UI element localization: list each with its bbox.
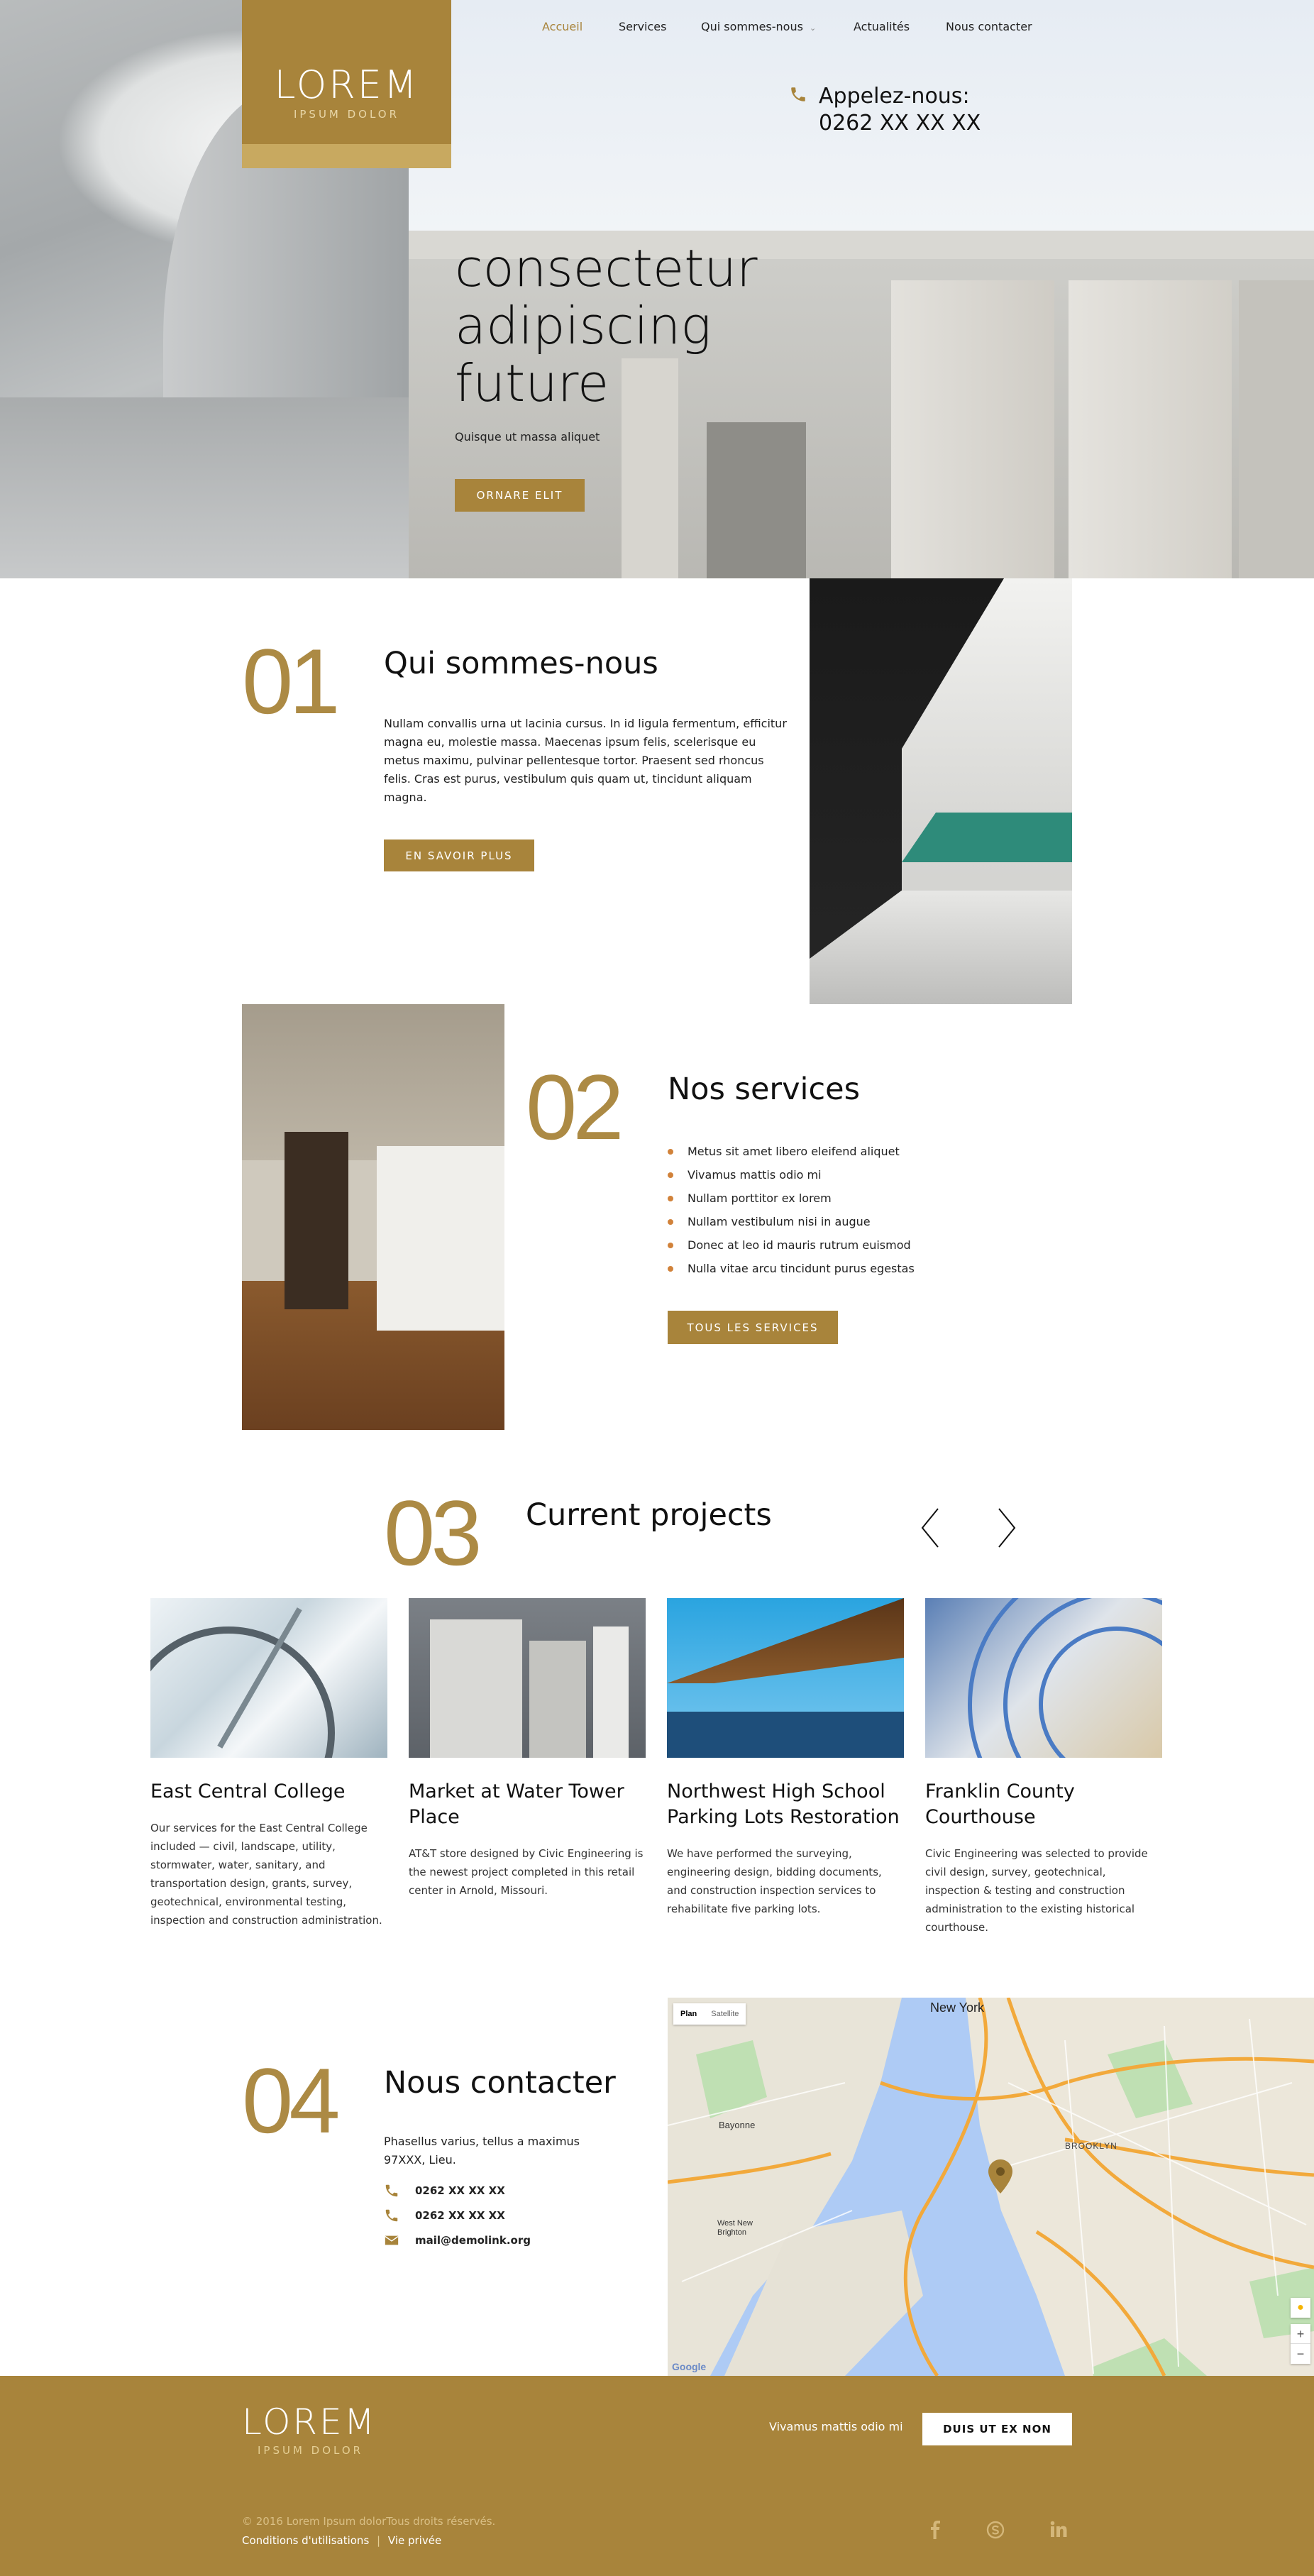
project-title: Franklin County Courthouse	[925, 1780, 1075, 1828]
contact-email-text: mail@demolink.org	[415, 2234, 531, 2247]
list-item: Nullam porttitor ex lorem	[668, 1187, 915, 1210]
project-desc: AT&T store designed by Civic Engineering…	[409, 1847, 644, 1897]
map-label: West New Brighton	[717, 2219, 753, 2237]
list-item: Nulla vitae arcu tincidunt purus egestas	[668, 1257, 915, 1280]
project-title: Market at Water Tower Place	[409, 1780, 624, 1828]
map[interactable]: Plan Satellite New York Bayonne BROOKLYN…	[668, 1998, 1314, 2376]
map-tab-satellite[interactable]: Satellite	[704, 2003, 746, 2025]
contact-address: Phasellus varius, tellus a maximus 97XXX…	[384, 2135, 580, 2167]
copyright: © 2016 Lorem Ipsum dolorTous droits rése…	[242, 2515, 496, 2528]
chevron-down-icon: ⌄	[810, 23, 817, 33]
hero-section: LOREM IPSUM DOLOR Accueil Services Qui s…	[0, 0, 1314, 578]
hero-subtitle: Quisque ut massa aliquet	[455, 430, 600, 444]
footer-logo-tagline: IPSUM DOLOR	[258, 2444, 364, 2457]
zoom-in-button[interactable]: +	[1291, 2324, 1310, 2344]
nav-item-actualites[interactable]: Actualités	[854, 20, 910, 33]
services-image	[242, 1004, 504, 1430]
privacy-link[interactable]: Vie privée	[388, 2534, 441, 2547]
map-label: New York	[930, 2000, 985, 2015]
about-button[interactable]: EN SAVOIR PLUS	[384, 840, 534, 871]
projects-title: Current projects	[526, 1497, 772, 1533]
zoom-out-button[interactable]: −	[1291, 2344, 1310, 2364]
facebook-icon[interactable]	[928, 2521, 942, 2539]
contact-phone-text: 0262 XX XX XX	[415, 2209, 505, 2222]
list-item: Metus sit amet libero eleifend aliquet	[668, 1140, 915, 1163]
project-card[interactable]: East Central College Our services for th…	[150, 1598, 387, 1937]
contact-phone-text: 0262 XX XX XX	[415, 2184, 505, 2197]
footer-logo-name: LOREM	[242, 2401, 377, 2443]
map-label: Bayonne	[719, 2120, 756, 2130]
project-image	[409, 1598, 646, 1758]
logo-tagline: IPSUM DOLOR	[293, 108, 400, 121]
project-desc: Our services for the East Central Colleg…	[150, 1822, 382, 1927]
hero-title-line: consectetur	[455, 238, 758, 298]
mail-icon	[385, 2235, 399, 2245]
nav-item-accueil[interactable]: Accueil	[542, 20, 583, 33]
newsletter-text: Vivamus mattis odio mi	[769, 2420, 903, 2433]
about-text: Nullam convallis urna ut lacinia cursus.…	[384, 717, 787, 804]
project-title: Northwest High School Parking Lots Resto…	[667, 1780, 900, 1828]
footer: LOREM IPSUM DOLOR Vivamus mattis odio mi…	[0, 2376, 1314, 2576]
list-item: Donec at leo id mauris rutrum euismod	[668, 1233, 915, 1257]
linkedin-icon[interactable]	[1050, 2521, 1067, 2538]
footer-separator: |	[377, 2534, 381, 2547]
project-card[interactable]: Market at Water Tower Place AT&T store d…	[409, 1598, 646, 1937]
section-number: 04	[242, 2049, 341, 2152]
section-number: 03	[384, 1481, 482, 1585]
services-list: Metus sit amet libero eleifend aliquet V…	[668, 1140, 915, 1280]
nav-item-nous-contacter[interactable]: Nous contacter	[946, 20, 1032, 33]
hero-title: consectetur adipiscing future	[455, 240, 758, 412]
map-tabs: Plan Satellite	[673, 2003, 746, 2025]
contact-title: Nous contacter	[384, 2065, 616, 2101]
contact-phone-1[interactable]: 0262 XX XX XX	[384, 2183, 505, 2198]
hero-title-line: future	[455, 353, 609, 413]
map-pin-icon[interactable]	[988, 2159, 1012, 2194]
nav-item-services[interactable]: Services	[619, 20, 666, 33]
logo-name: LOREM	[274, 62, 419, 107]
phone-icon	[385, 2209, 398, 2222]
terms-link[interactable]: Conditions d'utilisations	[242, 2534, 369, 2547]
nav-item-qui-sommes-nous[interactable]: Qui sommes-nous ⌄	[701, 20, 816, 33]
map-tab-plan[interactable]: Plan	[673, 2003, 704, 2025]
pegman-icon[interactable]: ●	[1291, 2298, 1310, 2318]
phone-label: Appelez-nous:	[819, 84, 970, 109]
about-title: Qui sommes-nous	[384, 646, 658, 681]
project-desc: We have performed the surveying, enginee…	[667, 1847, 882, 1915]
about-image	[810, 578, 1072, 1004]
list-item: Nullam vestibulum nisi in augue	[668, 1210, 915, 1233]
hero-button[interactable]: ORNARE ELIT	[455, 479, 585, 512]
projects-grid: East Central College Our services for th…	[150, 1598, 1164, 1937]
services-button[interactable]: TOUS LES SERVICES	[668, 1311, 838, 1344]
hero-title-line: adipiscing	[455, 296, 712, 356]
project-title: East Central College	[150, 1780, 346, 1802]
newsletter-button[interactable]: DUIS UT EX NON	[922, 2413, 1072, 2445]
phone-icon	[385, 2184, 398, 2197]
project-image	[925, 1598, 1162, 1758]
project-card[interactable]: Franklin County Courthouse Civic Enginee…	[925, 1598, 1162, 1937]
project-desc: Civic Engineering was selected to provid…	[925, 1847, 1148, 1934]
phone-icon	[791, 87, 805, 101]
section-number: 02	[526, 1055, 624, 1159]
map-label: BROOKLYN	[1065, 2141, 1117, 2151]
chevron-left-icon[interactable]	[920, 1507, 941, 1548]
phone-number: 0262 XX XX XX	[819, 111, 981, 136]
contact-email[interactable]: mail@demolink.org	[384, 2233, 531, 2248]
contact-phone-2[interactable]: 0262 XX XX XX	[384, 2208, 505, 2223]
project-image	[667, 1598, 904, 1758]
project-image	[150, 1598, 387, 1758]
skype-icon[interactable]	[986, 2521, 1005, 2539]
services-title: Nos services	[668, 1072, 860, 1107]
section-number: 01	[242, 629, 341, 733]
nav-item-label: Qui sommes-nous	[701, 20, 803, 33]
logo[interactable]: LOREM IPSUM DOLOR	[242, 0, 451, 168]
list-item: Vivamus mattis odio mi	[668, 1163, 915, 1187]
footer-links: Conditions d'utilisations | Vie privée	[242, 2534, 441, 2547]
chevron-right-icon[interactable]	[996, 1507, 1017, 1548]
footer-logo[interactable]: LOREM IPSUM DOLOR	[242, 2401, 384, 2457]
map-zoom-controls: + −	[1291, 2324, 1310, 2364]
project-card[interactable]: Northwest High School Parking Lots Resto…	[667, 1598, 904, 1937]
map-label: Google	[672, 2361, 707, 2372]
